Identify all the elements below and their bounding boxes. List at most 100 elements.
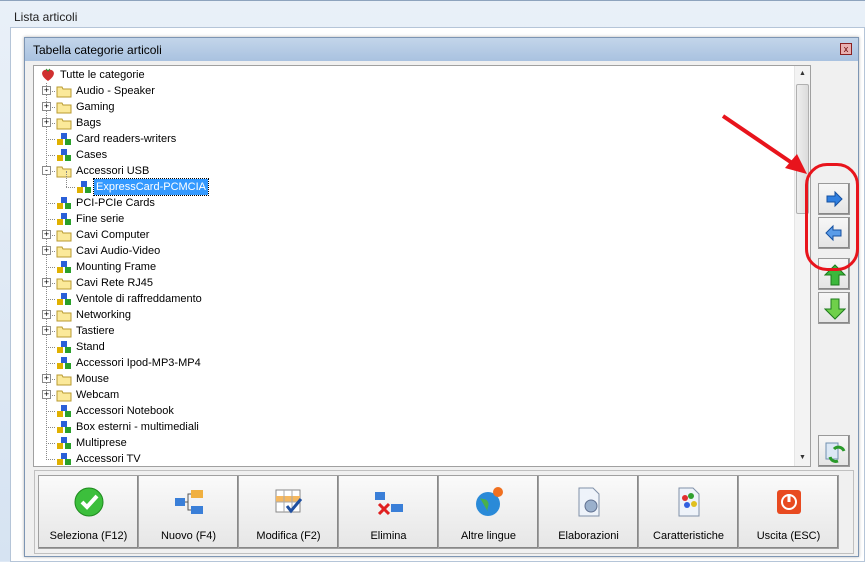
elimina-button[interactable]: Elimina bbox=[338, 475, 439, 549]
refresh-button[interactable] bbox=[818, 435, 850, 467]
elaborazioni-button[interactable]: Elaborazioni bbox=[538, 475, 639, 549]
tree-line bbox=[46, 139, 55, 140]
tree-item[interactable]: Box esterni - multimediali bbox=[34, 419, 794, 435]
tree-item[interactable]: - Accessori USB bbox=[34, 163, 794, 179]
button-label: Caratteristiche bbox=[653, 530, 724, 542]
button-label: Altre lingue bbox=[460, 530, 517, 542]
tree-item-label: Cases bbox=[76, 149, 108, 161]
collapse-icon[interactable]: - bbox=[42, 166, 51, 175]
scroll-up-icon[interactable]: ▲ bbox=[795, 66, 810, 82]
scroll-down-icon[interactable]: ▼ bbox=[795, 450, 810, 466]
expand-icon[interactable]: + bbox=[42, 278, 51, 287]
folder-icon bbox=[56, 100, 72, 114]
expand-icon[interactable]: + bbox=[42, 326, 51, 335]
tree-line bbox=[46, 427, 55, 428]
tree-line bbox=[46, 347, 55, 348]
button-label: Modifica (F2) bbox=[256, 530, 321, 542]
category-group-icon bbox=[56, 132, 72, 146]
annotation-arrow-icon bbox=[721, 114, 807, 174]
tree-item[interactable]: Fine serie bbox=[34, 211, 794, 227]
category-tree[interactable]: ▲ ▼ Tutte le categorie + Audio - Speaker + G… bbox=[33, 65, 811, 467]
tree-item[interactable]: + Networking bbox=[34, 307, 794, 323]
tree-item-label: Cavi Computer bbox=[76, 229, 150, 241]
close-button[interactable]: x bbox=[840, 43, 852, 55]
folder-icon bbox=[56, 116, 72, 130]
expand-icon[interactable]: + bbox=[42, 118, 51, 127]
expand-icon[interactable]: + bbox=[42, 374, 51, 383]
tree-item[interactable]: Accessori TV bbox=[34, 451, 794, 466]
tree-item[interactable]: Cases bbox=[34, 147, 794, 163]
tree-line bbox=[46, 443, 55, 444]
folder-icon bbox=[56, 164, 72, 178]
tree-item-label: Ventole di raffreddamento bbox=[76, 293, 202, 305]
tree-item-label: ExpressCard-PCMCIA bbox=[92, 178, 210, 196]
tree-item[interactable]: + Tastiere bbox=[34, 323, 794, 339]
tree-line bbox=[46, 299, 55, 300]
category-group-icon bbox=[56, 148, 72, 162]
tree-item[interactable]: Mounting Frame bbox=[34, 259, 794, 275]
tree-item[interactable]: Accessori Notebook bbox=[34, 403, 794, 419]
dialog-title: Tabella categorie articoli bbox=[33, 43, 162, 57]
tree-item-label: PCI-PCIe Cards bbox=[76, 197, 155, 209]
expand-icon[interactable]: + bbox=[42, 102, 51, 111]
category-group-icon bbox=[56, 292, 72, 306]
tree-item-label: Tutte le categorie bbox=[60, 69, 145, 81]
tree-item[interactable]: Card readers-writers bbox=[34, 131, 794, 147]
tree-line bbox=[46, 411, 55, 412]
gear-doc-icon bbox=[578, 487, 600, 517]
tree-item-label: Audio - Speaker bbox=[76, 85, 155, 97]
check-icon bbox=[74, 487, 104, 517]
caratteristiche-button[interactable]: Caratteristiche bbox=[638, 475, 739, 549]
tree-item[interactable]: Accessori Ipod-MP3-MP4 bbox=[34, 355, 794, 371]
expand-icon[interactable]: + bbox=[42, 86, 51, 95]
category-group-icon bbox=[76, 180, 92, 194]
tree-item-label: Accessori USB bbox=[76, 165, 150, 177]
expand-icon[interactable]: + bbox=[42, 246, 51, 255]
altre-button[interactable]: Altre lingue bbox=[438, 475, 539, 549]
tree-item[interactable]: PCI-PCIe Cards bbox=[34, 195, 794, 211]
tree-item[interactable]: + Cavi Computer bbox=[34, 227, 794, 243]
tree-item[interactable]: + Mouse bbox=[34, 371, 794, 387]
new-node-icon bbox=[175, 490, 203, 514]
expand-icon[interactable]: + bbox=[42, 390, 51, 399]
tree-line bbox=[46, 155, 55, 156]
edit-grid-icon bbox=[275, 489, 303, 514]
tree-item[interactable]: + Webcam bbox=[34, 387, 794, 403]
refresh-icon bbox=[825, 442, 846, 463]
dialog-title-bar[interactable]: Tabella categorie articoli x bbox=[25, 38, 858, 61]
tree-item-label: Mounting Frame bbox=[76, 261, 157, 273]
tree-item[interactable]: + Cavi Rete RJ45 bbox=[34, 275, 794, 291]
tree-item-label: Card readers-writers bbox=[76, 133, 177, 145]
expand-icon[interactable]: + bbox=[42, 230, 51, 239]
tree-item[interactable]: ExpressCard-PCMCIA bbox=[34, 171, 794, 196]
tree-item-label: Fine serie bbox=[76, 213, 125, 225]
tree-item-label: Tastiere bbox=[76, 325, 115, 337]
expand-icon[interactable]: + bbox=[42, 310, 51, 319]
features-icon bbox=[678, 487, 700, 517]
tree-item-label: Accessori Notebook bbox=[76, 405, 174, 417]
button-label: Nuovo (F4) bbox=[160, 530, 217, 542]
tree-line bbox=[66, 187, 75, 188]
seleziona-button[interactable]: Seleziona (F12) bbox=[38, 475, 139, 549]
tree-line bbox=[46, 267, 55, 268]
power-icon bbox=[777, 490, 801, 514]
tree-item[interactable]: + Gaming bbox=[34, 99, 794, 115]
tree-item[interactable]: + Cavi Audio-Video bbox=[34, 243, 794, 259]
uscita-button[interactable]: Uscita (ESC) bbox=[738, 475, 839, 549]
tree-item[interactable]: Multiprese bbox=[34, 435, 794, 451]
modifica-button[interactable]: Modifica (F2) bbox=[238, 475, 339, 549]
folder-icon bbox=[56, 276, 72, 290]
tree-item[interactable]: + Bags bbox=[34, 115, 794, 131]
move-down-button[interactable] bbox=[818, 292, 850, 324]
tree-item-label: Box esterni - multimediali bbox=[76, 421, 199, 433]
tree-item-label: Cavi Rete RJ45 bbox=[76, 277, 154, 289]
folder-icon bbox=[56, 308, 72, 322]
button-label: Elimina bbox=[370, 530, 407, 542]
tree-item-label: Accessori TV bbox=[76, 453, 141, 465]
tree-item[interactable]: Stand bbox=[34, 339, 794, 355]
tree-item[interactable]: + Audio - Speaker bbox=[34, 83, 794, 99]
category-group-icon bbox=[56, 420, 72, 434]
nuovo-button[interactable]: Nuovo (F4) bbox=[138, 475, 239, 549]
tree-item[interactable]: Ventole di raffreddamento bbox=[34, 291, 794, 307]
tree-line bbox=[66, 171, 67, 187]
